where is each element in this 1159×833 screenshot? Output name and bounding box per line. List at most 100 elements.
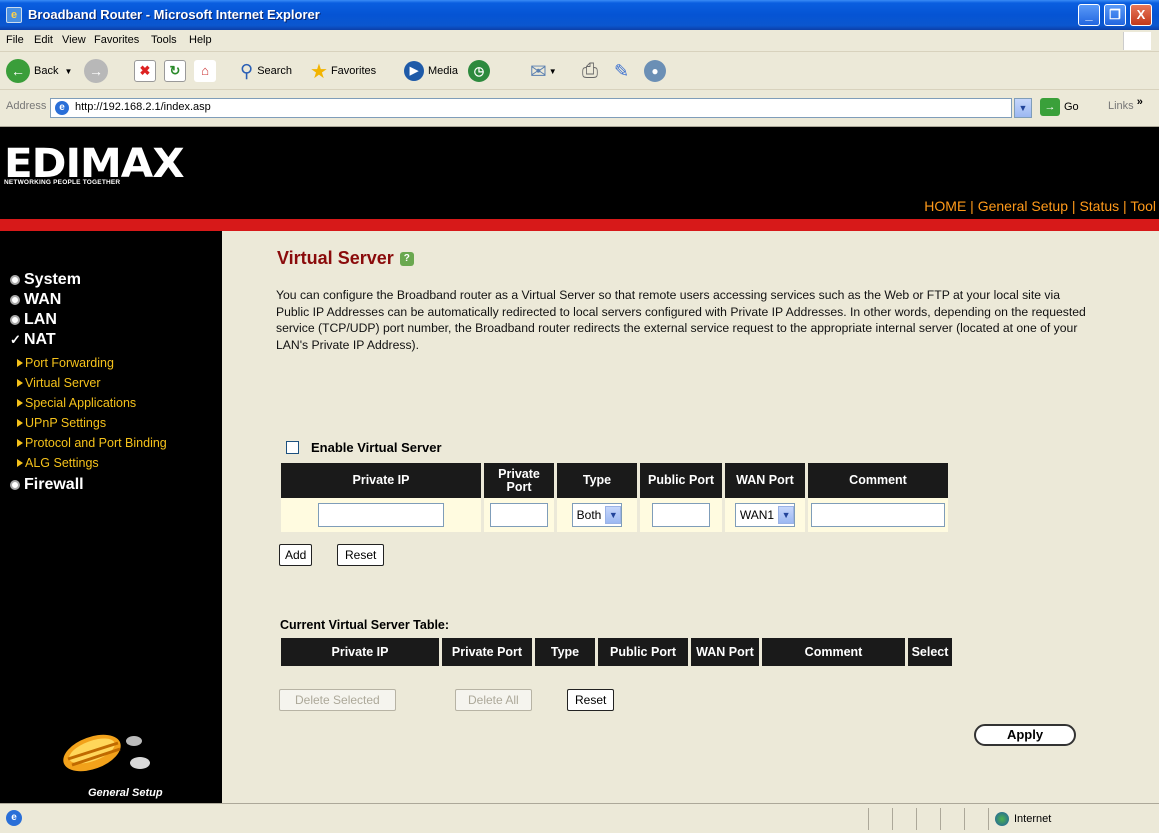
- media-icon: ▶: [404, 61, 424, 81]
- sidebar-sub-upnp-settings[interactable]: UPnP Settings: [17, 416, 106, 430]
- stop-icon: ✖: [134, 60, 156, 82]
- triangle-right-icon: [17, 379, 23, 387]
- page-icon: e: [55, 101, 69, 115]
- type-select[interactable]: Both ▼: [571, 503, 623, 527]
- bullet-icon: [10, 480, 20, 490]
- triangle-right-icon: [17, 419, 23, 427]
- nav-separator: |: [1119, 198, 1131, 214]
- sidebar-sub-virtual-server[interactable]: Virtual Server: [17, 376, 101, 390]
- header-type: Type: [557, 463, 637, 498]
- print-button[interactable]: ⎙: [582, 58, 598, 84]
- sidebar-item-label: Firewall: [24, 476, 84, 493]
- close-button[interactable]: X: [1130, 4, 1152, 26]
- search-label: Search: [257, 65, 293, 77]
- sidebar-item-label: System: [24, 271, 81, 288]
- private-port-input[interactable]: [490, 503, 548, 527]
- address-dropdown-button[interactable]: ▼: [1014, 98, 1032, 118]
- sidebar-sub-special-applications[interactable]: Special Applications: [17, 396, 136, 410]
- status-divider: [916, 808, 917, 830]
- refresh-button[interactable]: ↻: [164, 58, 186, 84]
- public-port-input[interactable]: [652, 503, 710, 527]
- page-viewport: EDIMAX NETWORKING PEOPLE TOGETHER HOME |…: [0, 127, 1159, 803]
- header-wan-port: WAN Port: [725, 463, 805, 498]
- top-navigation: HOME | General Setup | Status | Tool: [924, 198, 1156, 214]
- stop-button[interactable]: ✖: [134, 58, 156, 84]
- home-button[interactable]: ⌂: [194, 58, 216, 84]
- links-button[interactable]: Links »: [1108, 96, 1143, 112]
- triangle-right-icon: [17, 459, 23, 467]
- nav-general-setup[interactable]: General Setup: [978, 198, 1068, 214]
- menu-help[interactable]: Help: [189, 34, 212, 46]
- address-input[interactable]: e http://192.168.2.1/index.asp: [50, 98, 1012, 118]
- header-private-port: Private Port: [484, 463, 554, 498]
- cell-private-port: [484, 498, 554, 532]
- checkmark-icon: ✓: [10, 332, 21, 347]
- maximize-button[interactable]: ❐: [1104, 4, 1126, 26]
- menu-edit[interactable]: Edit: [34, 34, 53, 46]
- sidebar-item-firewall[interactable]: Firewall: [10, 476, 84, 494]
- sidebar-sub-protocol-port-binding[interactable]: Protocol and Port Binding: [17, 436, 167, 450]
- cur-header-private-port: Private Port: [442, 638, 532, 666]
- menu-bar: File Edit View Favorites Tools Help: [0, 30, 1159, 52]
- sidebar-item-label: LAN: [24, 311, 57, 328]
- search-button[interactable]: ⚲ Search: [240, 58, 292, 84]
- favorites-button[interactable]: ★ Favorites: [310, 58, 376, 84]
- main-content: Virtual Server ? You can configure the B…: [222, 231, 1159, 803]
- back-button[interactable]: ← Back ▼: [6, 58, 72, 84]
- sidebar: System WAN LAN ✓ NAT Port Forwarding Vir…: [0, 231, 222, 803]
- edit-button[interactable]: ✎: [614, 58, 629, 84]
- sidebar-sub-alg-settings[interactable]: ALG Settings: [17, 456, 99, 470]
- bullet-icon: [10, 275, 20, 285]
- cur-header-wan-port: WAN Port: [691, 638, 759, 666]
- private-ip-input[interactable]: [318, 503, 444, 527]
- menu-file[interactable]: File: [6, 34, 24, 46]
- media-button[interactable]: ▶ Media: [404, 58, 458, 84]
- comment-input[interactable]: [811, 503, 945, 527]
- cur-header-type: Type: [535, 638, 595, 666]
- favorites-star-icon: ★: [310, 60, 328, 83]
- status-divider: [868, 808, 869, 830]
- go-arrow-icon: →: [1040, 98, 1060, 116]
- sidebar-item-lan[interactable]: LAN: [10, 311, 57, 329]
- enable-virtual-server: Enable Virtual Server: [286, 440, 442, 455]
- nav-tool[interactable]: Tool: [1130, 198, 1156, 214]
- sidebar-item-wan[interactable]: WAN: [10, 291, 61, 309]
- minimize-button[interactable]: _: [1078, 4, 1100, 26]
- chevron-down-icon: ▼: [548, 66, 557, 76]
- delete-selected-button[interactable]: Delete Selected: [279, 689, 396, 711]
- sidebar-item-nat[interactable]: ✓ NAT: [10, 331, 56, 349]
- nav-status[interactable]: Status: [1079, 198, 1119, 214]
- status-divider: [940, 808, 941, 830]
- mail-button[interactable]: ✉ ▼: [530, 58, 557, 84]
- cur-header-private-ip: Private IP: [281, 638, 439, 666]
- sidebar-sub-label: Special Applications: [25, 396, 137, 410]
- links-chevron: »: [1136, 96, 1143, 108]
- delete-all-button[interactable]: Delete All: [455, 689, 532, 711]
- apply-button[interactable]: Apply: [974, 724, 1076, 746]
- current-virtual-server-table: Private IP Private Port Type Public Port…: [278, 638, 955, 666]
- current-table-label: Current Virtual Server Table:: [280, 618, 450, 632]
- messenger-button[interactable]: ●: [644, 58, 670, 84]
- nav-home[interactable]: HOME: [924, 198, 966, 214]
- history-button[interactable]: ◷: [468, 58, 494, 84]
- media-label: Media: [428, 65, 458, 77]
- wan-port-select[interactable]: WAN1 ▼: [734, 503, 796, 527]
- menu-tools[interactable]: Tools: [151, 34, 177, 46]
- security-zone-label: Internet: [1014, 813, 1052, 825]
- help-icon[interactable]: ?: [399, 251, 414, 266]
- sidebar-sub-label: Protocol and Port Binding: [25, 436, 167, 450]
- menu-view[interactable]: View: [62, 34, 86, 46]
- enable-virtual-server-checkbox[interactable]: [286, 441, 299, 454]
- address-url: http://192.168.2.1/index.asp: [75, 101, 211, 113]
- go-button[interactable]: → Go: [1040, 98, 1079, 116]
- general-setup-caption: General Setup: [88, 787, 163, 799]
- sidebar-item-system[interactable]: System: [10, 271, 81, 289]
- add-button[interactable]: Add: [279, 544, 313, 566]
- header-comment: Comment: [808, 463, 948, 498]
- menu-favorites[interactable]: Favorites: [94, 34, 139, 46]
- reset-button[interactable]: Reset: [337, 544, 385, 566]
- reset-table-button[interactable]: Reset: [567, 689, 615, 711]
- sidebar-sub-port-forwarding[interactable]: Port Forwarding: [17, 356, 114, 370]
- forward-button[interactable]: →: [84, 58, 112, 84]
- cur-header-public-port: Public Port: [598, 638, 688, 666]
